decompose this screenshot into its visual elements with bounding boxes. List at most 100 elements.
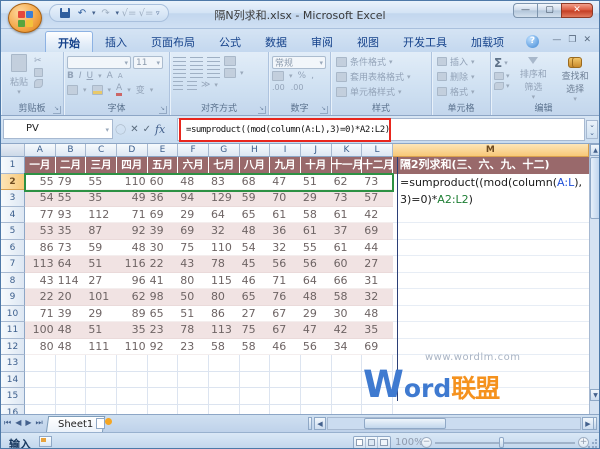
cell-C10[interactable]: 29 bbox=[86, 306, 117, 322]
page-break-view-icon[interactable] bbox=[378, 437, 390, 448]
minimize-button[interactable]: — bbox=[513, 3, 537, 18]
cell-G15[interactable] bbox=[208, 388, 240, 405]
clear-icon[interactable] bbox=[494, 82, 504, 90]
font-dialog-launcher-icon[interactable]: ↘ bbox=[159, 106, 167, 114]
bold-button[interactable]: B bbox=[67, 71, 74, 81]
font-name-combo[interactable]: ▾ bbox=[67, 56, 131, 69]
cell-E4[interactable]: 69 bbox=[147, 207, 179, 223]
cell-C5[interactable]: 87 bbox=[86, 223, 117, 240]
cell-H1[interactable]: 八月 bbox=[239, 157, 271, 174]
cell-A3[interactable]: 54 bbox=[25, 190, 56, 207]
column-header-H[interactable]: H bbox=[239, 144, 271, 157]
cell-B8[interactable]: 114 bbox=[55, 273, 87, 289]
last-sheet-icon[interactable]: ⏭ bbox=[36, 418, 43, 428]
cell-G16[interactable] bbox=[209, 404, 240, 414]
cell-A7[interactable]: 113 bbox=[25, 256, 56, 273]
cell-D9[interactable]: 62 bbox=[116, 289, 148, 306]
cell-styles-button[interactable]: 单元格样式 ▾ bbox=[334, 84, 428, 99]
cell-D7[interactable]: 116 bbox=[116, 256, 148, 273]
cell-J15[interactable] bbox=[300, 388, 332, 405]
cell-I16[interactable] bbox=[270, 404, 301, 414]
cell-K5[interactable]: 37 bbox=[331, 223, 363, 240]
phonetic-icon[interactable]: 变 bbox=[136, 83, 145, 96]
cell-I14[interactable] bbox=[270, 371, 301, 388]
cell-K2[interactable]: 62 bbox=[331, 174, 363, 190]
cell-K16[interactable] bbox=[332, 404, 363, 414]
row-header-6[interactable]: 6 bbox=[1, 239, 25, 256]
cell-F7[interactable]: 43 bbox=[178, 256, 209, 273]
horizontal-split-handle[interactable] bbox=[593, 417, 597, 430]
row-header-13[interactable]: 13 bbox=[1, 355, 25, 372]
horizontal-scrollbar[interactable] bbox=[327, 417, 581, 430]
zoom-slider[interactable] bbox=[435, 442, 575, 444]
insert-function-icon[interactable]: fx bbox=[155, 123, 165, 136]
zoom-out-icon[interactable]: − bbox=[421, 437, 432, 448]
cell-D8[interactable]: 96 bbox=[116, 273, 148, 289]
format-painter-icon[interactable] bbox=[34, 79, 43, 88]
tab-review[interactable]: 审阅 bbox=[299, 31, 345, 52]
cell-I1[interactable]: 九月 bbox=[270, 157, 301, 174]
cell-H8[interactable]: 46 bbox=[239, 273, 271, 289]
cell-E10[interactable]: 65 bbox=[147, 306, 179, 322]
cell-J4[interactable]: 58 bbox=[300, 207, 332, 223]
cell-J11[interactable]: 47 bbox=[300, 322, 332, 339]
cell-H2[interactable]: 68 bbox=[239, 174, 271, 190]
cell-H16[interactable] bbox=[240, 404, 271, 414]
border-icon[interactable] bbox=[67, 84, 78, 95]
cell-K9[interactable]: 58 bbox=[331, 289, 363, 306]
cell-A10[interactable]: 71 bbox=[25, 306, 56, 322]
align-bottom-icon[interactable] bbox=[207, 56, 220, 66]
close-button[interactable]: ✕ bbox=[561, 3, 593, 18]
tab-page-layout[interactable]: 页面布局 bbox=[139, 31, 207, 52]
scroll-left-icon[interactable]: ◀ bbox=[314, 417, 326, 430]
cell-K3[interactable]: 73 bbox=[331, 190, 363, 207]
cell-A12[interactable]: 80 bbox=[25, 339, 56, 355]
cell-B7[interactable]: 64 bbox=[55, 256, 87, 273]
cell-E2[interactable]: 60 bbox=[147, 174, 179, 190]
cell-A11[interactable]: 100 bbox=[25, 322, 56, 339]
cell-D3[interactable]: 49 bbox=[116, 190, 148, 207]
cell-A16[interactable] bbox=[25, 404, 56, 414]
cell-C13[interactable] bbox=[86, 355, 117, 372]
cell-I4[interactable]: 61 bbox=[270, 207, 301, 223]
cell-I3[interactable]: 70 bbox=[270, 190, 301, 207]
row-header-10[interactable]: 10 bbox=[1, 305, 25, 322]
cell-C15[interactable] bbox=[86, 388, 117, 405]
cell-A13[interactable] bbox=[25, 355, 56, 372]
cell-D14[interactable] bbox=[116, 371, 148, 388]
cell-D5[interactable]: 92 bbox=[116, 223, 148, 240]
cell-L8[interactable]: 31 bbox=[362, 273, 393, 289]
cell-G14[interactable] bbox=[208, 371, 240, 388]
column-header-J[interactable]: J bbox=[300, 144, 332, 157]
cell-B14[interactable] bbox=[55, 371, 87, 388]
cell-L7[interactable]: 27 bbox=[362, 256, 393, 273]
cell-M8[interactable] bbox=[392, 273, 589, 289]
select-all-corner[interactable] bbox=[1, 144, 25, 157]
cell-C3[interactable]: 35 bbox=[86, 190, 117, 207]
cell-E1[interactable]: 五月 bbox=[147, 157, 179, 174]
cell-L9[interactable]: 32 bbox=[362, 289, 393, 306]
tab-insert[interactable]: 插入 bbox=[93, 31, 139, 52]
cell-L11[interactable]: 35 bbox=[362, 322, 393, 339]
cell-A8[interactable]: 43 bbox=[25, 273, 56, 289]
cell-A1[interactable]: 一月 bbox=[25, 157, 56, 174]
cell-J1[interactable]: 十月 bbox=[300, 157, 332, 174]
cell-B1[interactable]: 二月 bbox=[55, 157, 87, 174]
cell-L2[interactable]: 73 bbox=[362, 174, 393, 190]
column-header-A[interactable]: A bbox=[25, 144, 56, 157]
cell-M1[interactable]: 隔2列求和(三、六、九、十二) bbox=[392, 157, 589, 174]
column-header-M[interactable]: M bbox=[392, 144, 589, 157]
cell-A6[interactable]: 86 bbox=[25, 240, 56, 256]
cell-B5[interactable]: 35 bbox=[55, 223, 87, 240]
cell-B11[interactable]: 48 bbox=[55, 322, 87, 339]
tab-data[interactable]: 数据 bbox=[253, 31, 299, 52]
copy-icon[interactable] bbox=[34, 68, 43, 77]
cancel-icon[interactable]: ✕ bbox=[130, 124, 138, 135]
align-middle-icon[interactable] bbox=[190, 56, 203, 66]
cell-G7[interactable]: 78 bbox=[208, 256, 240, 273]
percent-style-icon[interactable]: % bbox=[298, 71, 307, 81]
cell-B4[interactable]: 93 bbox=[55, 207, 87, 223]
find-select-icon[interactable] bbox=[568, 57, 583, 68]
cell-C7[interactable]: 51 bbox=[86, 256, 117, 273]
cell-K13[interactable] bbox=[331, 355, 363, 372]
